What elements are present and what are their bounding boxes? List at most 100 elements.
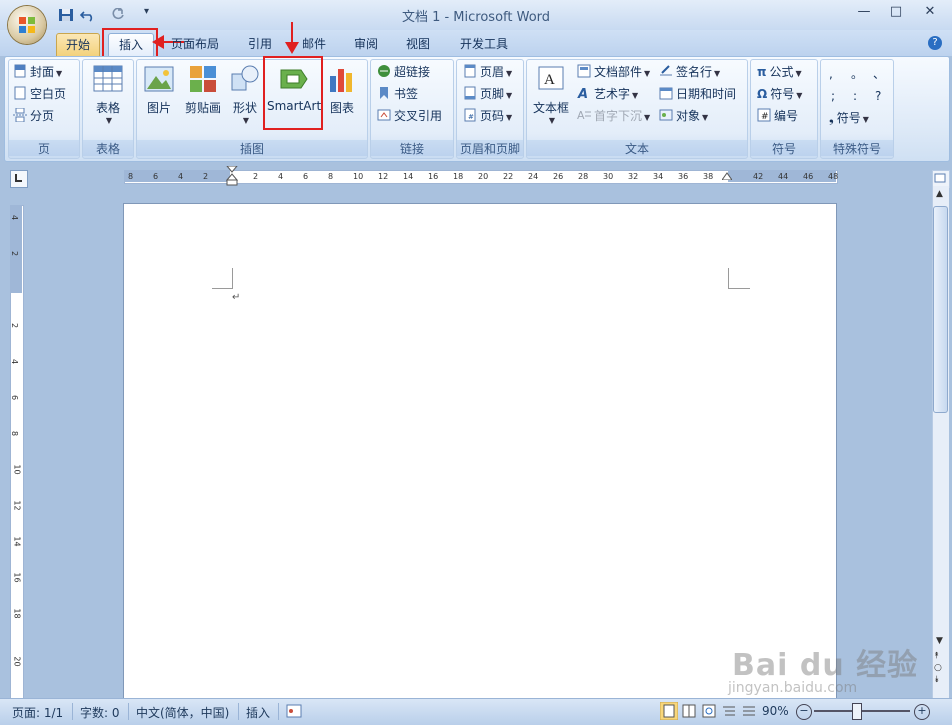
print-layout-view-icon[interactable] — [660, 702, 678, 720]
ruler-tick-label: 42 — [753, 172, 764, 181]
ruler-tick-label: 26 — [553, 172, 564, 181]
equation-label: 公式 — [769, 65, 794, 79]
vertical-ruler-tick-label: 8 — [10, 430, 20, 437]
header-button[interactable]: 页眉 ▼ — [463, 63, 512, 81]
chart-button[interactable]: 图表 — [323, 64, 361, 116]
shapes-icon — [231, 65, 259, 91]
shapes-button[interactable]: 形状 ▼ — [227, 64, 263, 125]
blank-page-button[interactable]: 空白页 — [13, 85, 66, 103]
table-button[interactable]: 表格 ▼ — [87, 64, 129, 125]
signature-line-button[interactable]: 签名行 ▼ — [659, 63, 720, 81]
group-tables-label: 表格 — [83, 140, 133, 156]
hyperlink-icon — [378, 65, 390, 77]
close-button[interactable]: ✕ — [918, 4, 942, 22]
ruler-tick-label: 14 — [403, 172, 414, 181]
outline-view-icon[interactable] — [720, 702, 738, 720]
status-language[interactable]: 中文(简体，中国) — [136, 704, 229, 721]
group-pages-label: 页 — [9, 140, 79, 156]
macro-record-icon[interactable] — [286, 704, 302, 718]
picture-button[interactable]: 图片 — [141, 64, 177, 116]
ruler-tick-label: 28 — [578, 172, 589, 181]
tab-mailings[interactable]: 邮件 — [296, 33, 332, 55]
group-special-symbols-label: 特殊符号 — [821, 140, 893, 156]
right-indent-marker-icon[interactable] — [722, 172, 732, 180]
datetime-button[interactable]: 日期和时间 — [659, 85, 736, 103]
status-insert-mode[interactable]: 插入 — [246, 704, 270, 721]
status-page-count[interactable]: 页面: 1/1 — [12, 704, 63, 721]
scroll-up-icon[interactable]: ▲ — [936, 189, 943, 199]
tab-selector[interactable] — [10, 170, 28, 188]
group-illustrations: 图片 剪贴画 形状 ▼ SmartArt 图表 插图 — [136, 59, 368, 159]
wordart-button[interactable]: A 艺术字 ▼ — [577, 85, 638, 103]
maximize-button[interactable]: □ — [884, 4, 908, 22]
page-number-label: 页码 — [480, 109, 505, 123]
zoom-in-icon[interactable]: + — [914, 704, 930, 720]
group-pages: 封面 ▼ 空白页 分页 页 — [8, 59, 80, 159]
page-number-button[interactable]: # 页码 ▼ — [463, 107, 512, 125]
help-icon[interactable]: ? — [928, 36, 942, 50]
equation-button[interactable]: π 公式 ▼ — [757, 63, 802, 81]
page-break-button[interactable]: 分页 — [13, 107, 54, 125]
dropcap-button[interactable]: A 首字下沉 ▼ — [577, 107, 650, 125]
full-screen-reading-icon[interactable] — [680, 702, 698, 720]
minimize-button[interactable]: — — [852, 4, 876, 22]
tab-developer[interactable]: 开发工具 — [454, 33, 514, 55]
zoom-out-icon[interactable]: − — [796, 704, 812, 720]
special-char-question[interactable]: ? — [875, 87, 881, 105]
wordart-icon: A — [577, 87, 588, 100]
special-symbol-button[interactable]: ❟ 符号 ▼ — [829, 109, 869, 127]
status-bar: 页面: 1/1 字数: 0 中文(简体，中国) 插入 90% − + — [0, 698, 952, 725]
tab-page-layout[interactable]: 页面布局 — [166, 33, 224, 55]
tab-references[interactable]: 引用 — [242, 33, 278, 55]
browse-object-icon[interactable]: ⯭ ○ ⯯ — [934, 650, 942, 686]
quickparts-label: 文档部件 — [594, 65, 643, 79]
status-word-count[interactable]: 字数: 0 — [80, 704, 120, 721]
draft-view-icon[interactable] — [740, 702, 758, 720]
tab-view[interactable]: 视图 — [400, 33, 436, 55]
ruler-tick-label: 4 — [278, 172, 284, 181]
special-char-period[interactable]: 。 — [851, 65, 863, 83]
crossref-button[interactable]: 交叉引用 — [377, 107, 442, 125]
group-tables: 表格 ▼ 表格 — [82, 59, 134, 159]
special-char-comma[interactable]: , — [829, 65, 833, 83]
special-char-colon[interactable]: : — [853, 87, 857, 105]
object-button[interactable]: 对象 ▼ — [659, 107, 708, 125]
hyperlink-button[interactable]: 超链接 — [377, 63, 430, 81]
cover-page-button[interactable]: 封面 ▼ — [13, 63, 62, 81]
bookmark-button[interactable]: 书签 — [377, 85, 418, 103]
scroll-down-icon[interactable]: ▼ — [936, 636, 943, 646]
zoom-level[interactable]: 90% — [762, 704, 789, 718]
tab-home[interactable]: 开始 — [56, 33, 100, 57]
footer-icon — [464, 86, 476, 100]
vertical-ruler-tick-label: 2 — [10, 322, 20, 329]
textbox-button[interactable]: A 文本框 ▼ — [531, 64, 571, 125]
vertical-ruler-ticks: 4 2 2 4 6 8 10 12 14 16 18 20 — [10, 205, 22, 700]
document-page[interactable]: ↵ — [123, 203, 837, 700]
group-symbols-label: 符号 — [751, 140, 817, 156]
ruler-tick-label: 10 — [353, 172, 364, 181]
group-header-footer: 页眉 ▼ 页脚 ▼ # 页码 ▼ 页眉和页脚 — [456, 59, 524, 159]
zoom-slider-thumb[interactable] — [852, 703, 862, 720]
smartart-highlight-box — [263, 56, 323, 130]
numbering-button[interactable]: # 编号 — [757, 107, 798, 125]
special-char-semicolon[interactable]: ; — [831, 87, 835, 105]
vertical-ruler-tick-label: 2 — [10, 250, 20, 257]
status-separator — [278, 703, 279, 720]
special-symbol-label: 符号 — [836, 111, 861, 125]
vertical-ruler-tick-label: 10 — [12, 464, 22, 475]
zoom-slider-track[interactable] — [814, 710, 910, 712]
vertical-ruler-tick-label: 12 — [12, 500, 22, 511]
footer-button[interactable]: 页脚 ▼ — [463, 85, 512, 103]
status-separator — [128, 703, 129, 720]
quickparts-button[interactable]: 文档部件 ▼ — [577, 63, 650, 81]
ruler-tick-label: 34 — [653, 172, 664, 181]
tab-review[interactable]: 审阅 — [348, 33, 384, 55]
web-layout-icon[interactable] — [700, 702, 718, 720]
special-char-enum-comma[interactable]: 、 — [873, 65, 885, 83]
scrollbar-thumb[interactable] — [933, 206, 948, 413]
clipart-button[interactable]: 剪贴画 — [181, 64, 225, 116]
symbol-button[interactable]: Ω 符号 ▼ — [757, 85, 802, 103]
indent-marker-icon[interactable] — [226, 166, 238, 186]
office-button[interactable] — [8, 6, 46, 44]
ruler-tick-label: 48 — [828, 172, 839, 181]
